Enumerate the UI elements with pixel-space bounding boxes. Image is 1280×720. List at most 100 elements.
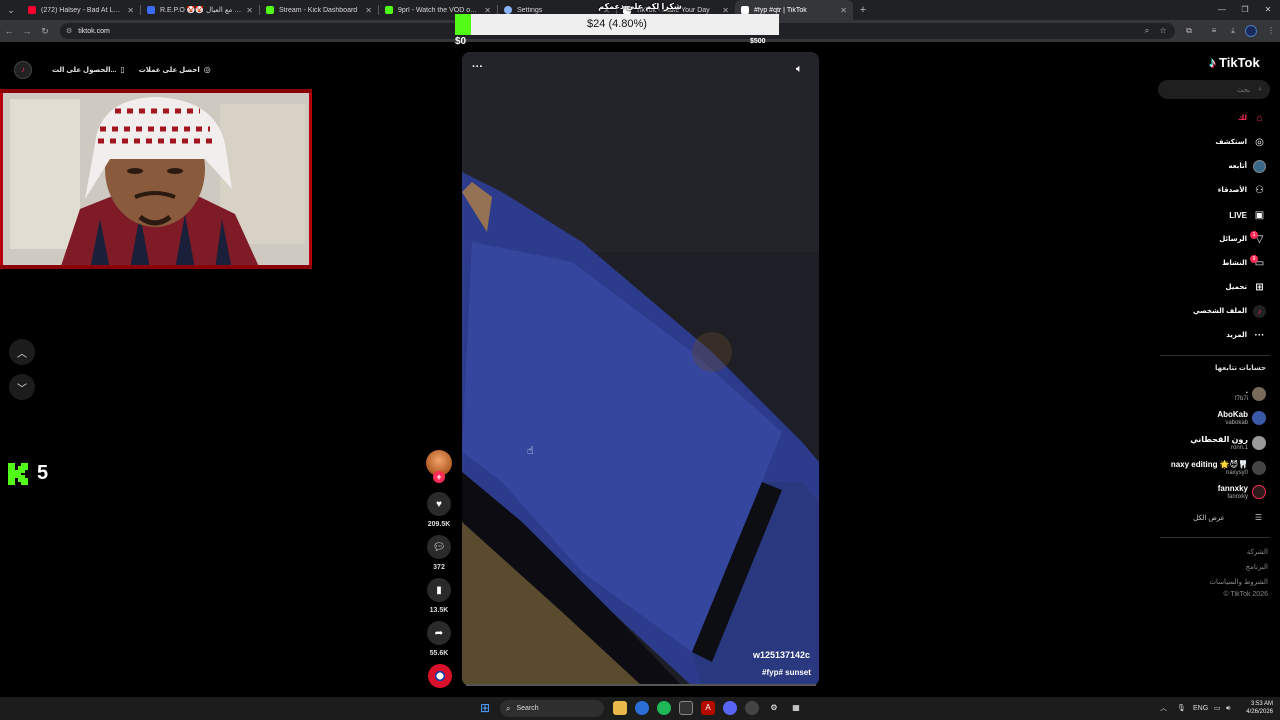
bookmark-star-icon[interactable]: ☆ (1154, 20, 1172, 42)
video-more-button[interactable]: ··· (472, 61, 483, 73)
file-explorer-icon[interactable] (613, 701, 627, 715)
maximize-button[interactable]: ❐ (1234, 0, 1256, 20)
footer-copyright: © TikTok 2026 (1223, 591, 1268, 598)
mouse-cursor-icon: ☝︎ (527, 445, 534, 457)
close-icon[interactable]: ✕ (246, 6, 253, 15)
extensions-icon[interactable]: ⧉ (1180, 20, 1198, 42)
like-button[interactable]: ♥ (427, 492, 451, 516)
following-account[interactable]: AboKab vabokab (1217, 408, 1266, 428)
following-account[interactable]: naxy editing 🌟😈🦷 naxysy0 (1171, 458, 1266, 478)
app-icon[interactable]: ▦ (789, 701, 803, 715)
tiktok-brand[interactable]: ♪ TikTok (1209, 54, 1260, 70)
reload-button[interactable]: ↻ (36, 26, 54, 37)
settings-gear-icon[interactable]: ⚙ (767, 701, 781, 715)
follow-plus-icon[interactable]: + (433, 471, 445, 483)
comment-button[interactable]: 💬︎ (427, 535, 451, 559)
avatar-icon (1253, 159, 1266, 173)
media-icon[interactable]: ≡ (1205, 20, 1223, 42)
get-app-link[interactable]: الحصول على الت... ▯ (52, 65, 125, 74)
account-name: . (1245, 385, 1248, 395)
browser-tab[interactable]: R.E.P.O 🤡🤡 حركاك !! مع العيال ! - Resta … (141, 0, 259, 20)
windows-start-icon[interactable]: ⊞ (478, 701, 492, 715)
video-progress-bar[interactable] (466, 684, 816, 686)
previous-video-button[interactable]: ︿ (9, 339, 35, 365)
profile-icon: ♪ (1253, 304, 1266, 318)
following-account[interactable]: رون القحطاني ronn.1 (1190, 433, 1266, 453)
store-icon[interactable] (679, 701, 693, 715)
forward-button[interactable]: → (18, 26, 36, 36)
chrome-icon[interactable] (635, 701, 649, 715)
close-icon[interactable]: ✕ (840, 6, 847, 15)
acrobat-icon[interactable]: A (701, 701, 715, 715)
nav-following[interactable]: أتابعه (1229, 157, 1266, 175)
download-icon[interactable]: ⤓ (1224, 20, 1242, 42)
tab-title: 9prl - Watch the VOD on Kick (398, 6, 481, 14)
profile-avatar[interactable] (1245, 25, 1257, 37)
video-caption[interactable]: #fyp# sunset (762, 668, 811, 677)
kick-icon (385, 6, 393, 14)
nav-label: الملف الشخصي (1192, 308, 1247, 315)
tab-search-icon[interactable]: ⌄ (0, 0, 22, 20)
kick-counter: 5 (8, 462, 48, 485)
speaker-icon[interactable]: 🔊︎ (1226, 697, 1230, 720)
browser-tab[interactable]: Stream - Kick Dashboard ✕ (260, 0, 378, 20)
search-icon: ⌕ (506, 703, 511, 713)
save-button[interactable]: ▮ (427, 578, 451, 602)
account-name: naxy editing 🌟😈🦷 (1170, 459, 1248, 469)
avatar (1252, 461, 1266, 475)
browser-tab[interactable]: (272) Halsey - Bad At Love ✕ (22, 0, 140, 20)
close-icon[interactable]: ✕ (127, 6, 134, 15)
get-coins-link[interactable]: احصل على عملات ◎ (139, 65, 211, 74)
search-placeholder: بحث (1236, 86, 1251, 94)
mic-icon[interactable]: 🎙︎ (1177, 697, 1186, 720)
share-icon: ➦ (434, 627, 444, 639)
tray-chevron-icon[interactable]: ︿ (1160, 697, 1167, 720)
search-input[interactable]: بحث ⌕ (1158, 80, 1270, 99)
minimize-button[interactable]: — (1211, 0, 1233, 20)
site-info-icon[interactable]: ⚙ (66, 27, 72, 35)
donation-min: $0 (455, 36, 467, 47)
close-icon[interactable]: ✕ (365, 6, 372, 15)
nav-for-you[interactable]: لك ⌂ (1238, 109, 1266, 127)
close-window-button[interactable]: ✕ (1257, 0, 1279, 20)
nav-more[interactable]: المزيد ··· (1226, 326, 1266, 344)
volume-icon[interactable]: 🔈︎ (796, 63, 803, 76)
more-icon: ··· (1254, 329, 1265, 341)
share-button[interactable]: ➦ (427, 621, 451, 645)
next-video-button[interactable]: ﹀ (9, 374, 35, 400)
nav-live[interactable]: LIVE ▣ (1229, 206, 1266, 224)
kick-icon (266, 6, 274, 14)
discord-icon[interactable] (723, 701, 737, 715)
nav-messages[interactable]: الرسائل ▽ (1219, 230, 1266, 248)
nav-upload[interactable]: تحميل ⊞ (1226, 278, 1266, 296)
video-player[interactable] (462, 52, 819, 686)
taskbar-clock[interactable]: 3:53 AM 4/26/2026 (1241, 700, 1273, 716)
network-icon[interactable]: ▭ (1214, 697, 1221, 720)
menu-icon[interactable]: ⋮ (1262, 20, 1280, 42)
new-tab-button[interactable]: + (853, 4, 873, 16)
tiktok-logo-icon[interactable]: ♪ (14, 60, 32, 79)
nav-explore[interactable]: استكشف ◎ (1215, 133, 1266, 151)
nav-profile[interactable]: الملف الشخصي ♪ (1193, 302, 1266, 320)
following-account[interactable]: fannxky fannxky (1218, 482, 1266, 502)
back-button[interactable]: ← (0, 26, 18, 36)
comment-icon: 💬︎ (432, 541, 446, 553)
taskbar-search[interactable]: ⌕ Search (500, 700, 604, 717)
see-all-button[interactable]: عرض الكل ☰ (1193, 513, 1262, 522)
music-disc-icon[interactable] (428, 664, 452, 688)
spotify-icon[interactable] (657, 701, 671, 715)
following-account[interactable]: . f7b7i (1235, 384, 1266, 404)
nav-label: أتابعه (1228, 163, 1247, 170)
language-indicator[interactable]: ENG (1193, 697, 1208, 720)
account-name: AboKab (1217, 409, 1248, 419)
obs-icon[interactable] (745, 701, 759, 715)
footer-terms-link[interactable]: الشروط والسياسات (1209, 578, 1268, 586)
brand-label: TikTok (1219, 54, 1260, 70)
footer-company-link[interactable]: الشركة (1247, 548, 1268, 556)
nav-friends[interactable]: الأصدقاء ⚇ (1218, 181, 1266, 199)
nav-label: الأصدقاء (1217, 187, 1247, 194)
footer-program-link[interactable]: البرنامج (1246, 563, 1268, 571)
nav-activity[interactable]: النشاط ▭ (1222, 254, 1266, 272)
search-icon[interactable]: ⌕ (1258, 86, 1262, 94)
video-author[interactable]: w125137142c (753, 650, 810, 660)
